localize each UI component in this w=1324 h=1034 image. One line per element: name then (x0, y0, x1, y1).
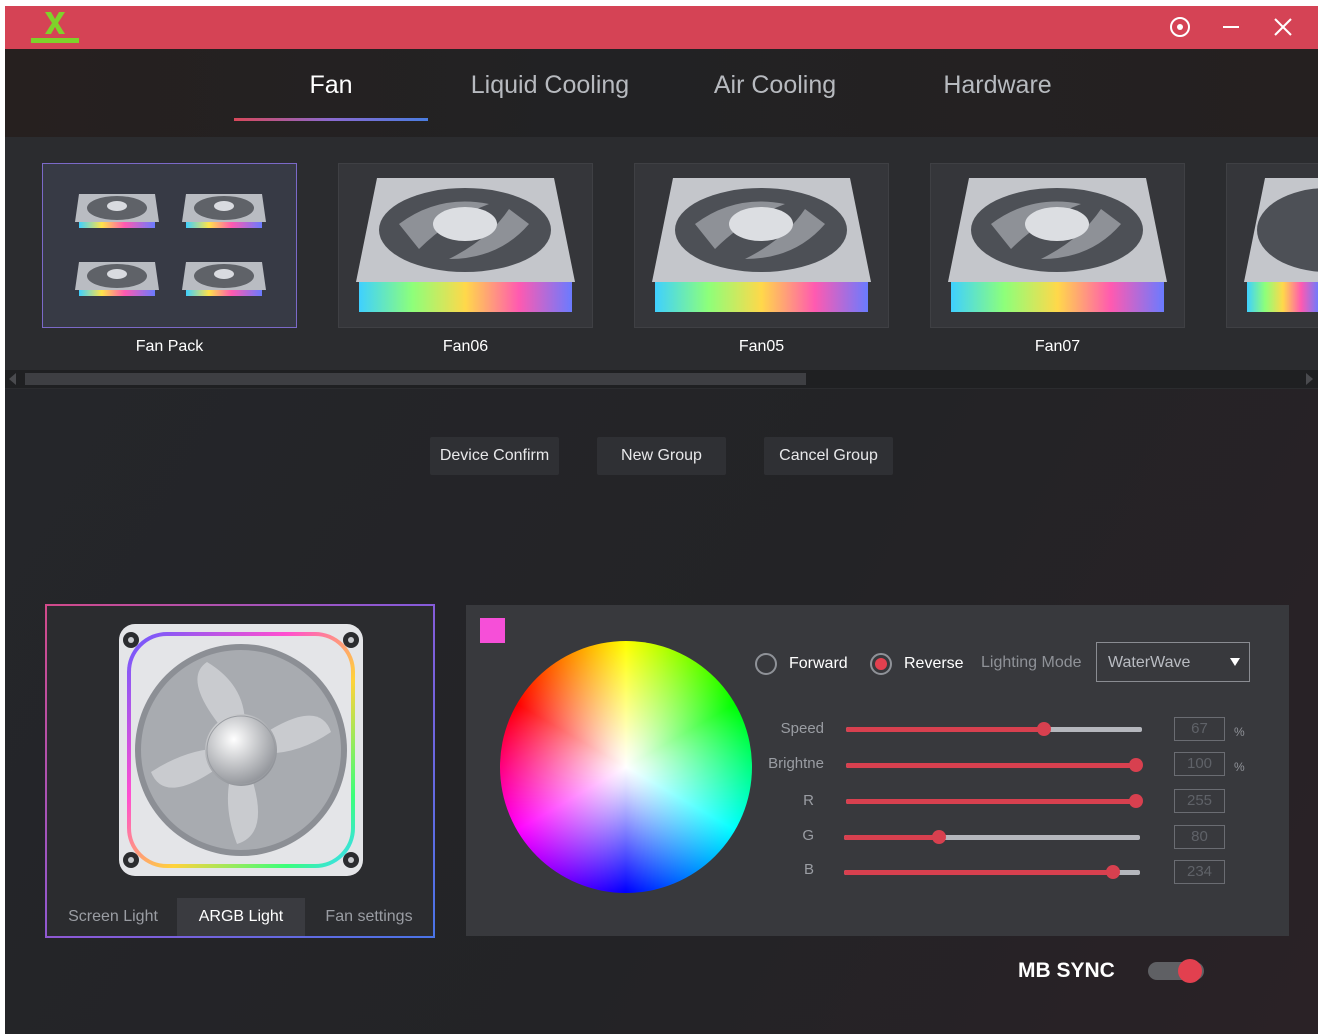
reverse-label: Reverse (904, 655, 964, 672)
speed-slider-knob[interactable] (1037, 722, 1052, 736)
device-card-fan05[interactable] (634, 163, 889, 328)
mb-sync-label: MB SYNC (1018, 959, 1115, 982)
forward-label: Forward (789, 655, 848, 672)
fan-partial-image (1244, 178, 1318, 312)
brightness-label: Brightne (768, 755, 824, 772)
device-card-fan-pack[interactable] (42, 163, 297, 328)
mb-sync-toggle[interactable] (1148, 959, 1204, 983)
close-icon[interactable] (1268, 12, 1298, 42)
fan-preview-image (119, 624, 363, 876)
chevron-down-icon (1230, 658, 1240, 666)
tab-liquid-cooling[interactable]: Liquid Cooling (455, 71, 645, 111)
red-slider-knob[interactable] (1129, 794, 1144, 808)
blue-slider[interactable] (844, 865, 1140, 879)
device-label-fan06: Fan06 (442, 338, 489, 355)
red-slider-fill (846, 799, 1137, 804)
main-area: Device Confirm New Group Cancel Group Sc… (5, 389, 1318, 1034)
main-nav: Fan Liquid Cooling Air Cooling Hardware (5, 49, 1318, 143)
speed-unit: % (1234, 725, 1245, 739)
mb-sync-toggle-knob (1178, 959, 1202, 983)
fan05-image (652, 178, 871, 312)
green-slider-fill (844, 835, 939, 840)
device-card-partial[interactable] (1226, 163, 1318, 328)
app-window: Fan Liquid Cooling Air Cooling Hardware (5, 6, 1318, 1034)
fan07-image (948, 178, 1167, 312)
green-value[interactable]: 80 (1174, 825, 1225, 849)
fan-preview-panel: Screen Light ARGB Light Fan settings (45, 604, 435, 938)
color-wheel[interactable] (500, 641, 752, 893)
green-label: G (802, 827, 814, 844)
tab-screen-light[interactable]: Screen Light (49, 898, 177, 936)
tab-air-cooling[interactable]: Air Cooling (685, 71, 865, 111)
tab-fan[interactable]: Fan (234, 71, 428, 111)
reverse-radio[interactable] (870, 653, 892, 675)
forward-radio[interactable] (755, 653, 777, 675)
blue-slider-fill (844, 870, 1114, 875)
scroll-left-icon[interactable] (9, 373, 16, 385)
tab-hardware[interactable]: Hardware (915, 71, 1080, 111)
brightness-slider-fill (846, 763, 1137, 768)
blue-value[interactable]: 234 (1174, 860, 1225, 884)
brightness-slider[interactable] (846, 758, 1144, 772)
brightness-value[interactable]: 100 (1174, 752, 1225, 776)
device-card-fan07[interactable] (930, 163, 1185, 328)
tab-fan-settings[interactable]: Fan settings (305, 898, 433, 936)
green-slider-knob[interactable] (931, 830, 946, 844)
lighting-mode-value: WaterWave (1108, 654, 1191, 671)
scrollbar-thumb[interactable] (25, 373, 806, 385)
minimize-icon[interactable] (1216, 12, 1246, 42)
tab-argb-light[interactable]: ARGB Light (177, 898, 305, 936)
device-label-fan05: Fan05 (738, 338, 785, 355)
device-scrollbar[interactable] (5, 370, 1318, 388)
lighting-mode-select[interactable]: WaterWave (1096, 642, 1250, 682)
speed-slider-fill (846, 727, 1045, 732)
red-value[interactable]: 255 (1174, 789, 1225, 813)
brand-logo (27, 10, 83, 46)
green-slider[interactable] (844, 830, 1140, 844)
fan-pack-image (75, 194, 266, 296)
lighting-control-panel: Forward Reverse Lighting Mode WaterWave … (466, 605, 1289, 936)
red-label: R (803, 792, 814, 809)
active-tab-indicator (234, 118, 428, 121)
device-label-fan-pack: Fan Pack (135, 338, 204, 355)
lighting-mode-label: Lighting Mode (981, 654, 1082, 671)
device-list: Fan Pack Fan06 Fan05 Fan07 (5, 137, 1318, 389)
cancel-group-button[interactable]: Cancel Group (764, 437, 893, 475)
target-icon[interactable] (1165, 12, 1195, 42)
device-card-fan06[interactable] (338, 163, 593, 328)
device-confirm-button[interactable]: Device Confirm (430, 437, 559, 475)
speed-slider[interactable] (846, 722, 1142, 736)
blue-label: B (803, 861, 814, 878)
device-label-fan07: Fan07 (1034, 338, 1081, 355)
brightness-slider-knob[interactable] (1129, 758, 1144, 772)
blue-slider-knob[interactable] (1106, 865, 1121, 879)
title-bar (5, 6, 1318, 49)
red-slider[interactable] (846, 794, 1144, 808)
brightness-unit: % (1234, 760, 1245, 774)
fan06-image (356, 178, 575, 312)
speed-label: Speed (780, 720, 824, 737)
selected-color-swatch[interactable] (480, 618, 505, 643)
speed-value[interactable]: 67 (1174, 717, 1225, 741)
scroll-right-icon[interactable] (1306, 373, 1313, 385)
new-group-button[interactable]: New Group (597, 437, 726, 475)
